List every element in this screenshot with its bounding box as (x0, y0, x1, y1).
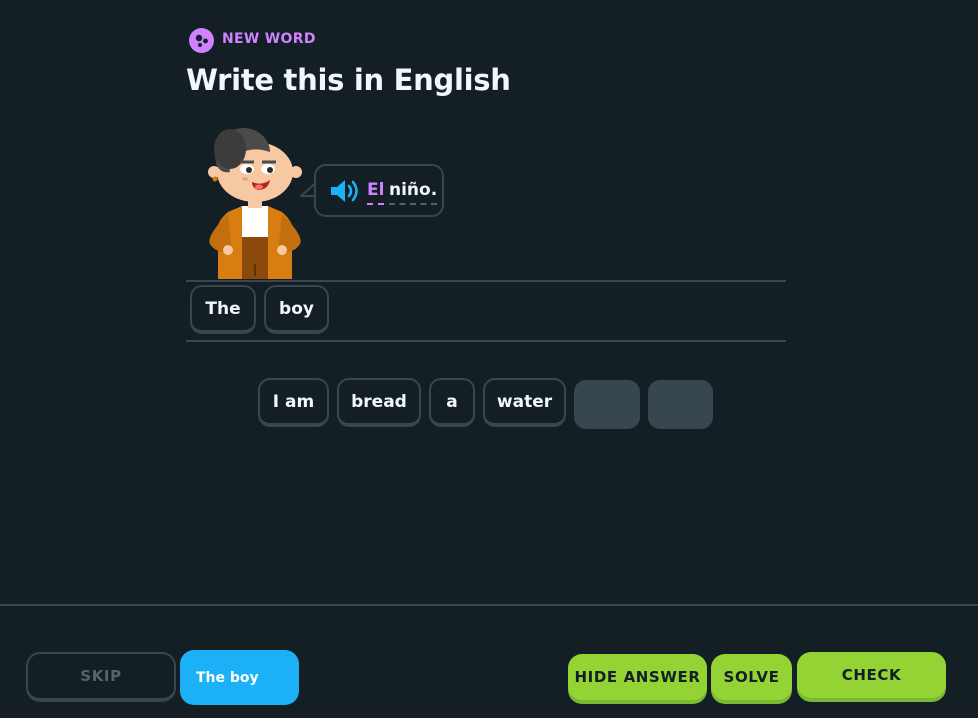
word-bank-tile[interactable]: a (429, 378, 475, 427)
speech-bubble-tail (300, 183, 314, 197)
sparkle-icon (189, 28, 214, 53)
skip-button[interactable]: SKIP (26, 652, 176, 702)
answer-preview-button[interactable]: The boy (180, 650, 299, 705)
character-illustration (200, 124, 310, 282)
prompt-word-el[interactable]: El (367, 180, 385, 205)
answer-tile[interactable]: The (190, 285, 256, 334)
new-word-badge: NEW WORD (222, 31, 316, 47)
answer-line-top (186, 280, 786, 282)
speaker-icon[interactable] (329, 177, 361, 205)
answer-tile[interactable]: boy (264, 285, 329, 334)
answer-line-bottom (186, 340, 786, 342)
word-bank-empty-slot (648, 380, 713, 429)
page-title: Write this in English (186, 63, 511, 97)
prompt-word-nino[interactable]: niño. (389, 180, 438, 205)
hide-answer-button[interactable]: HIDE ANSWER (568, 654, 707, 700)
word-bank-tile[interactable]: I am (258, 378, 329, 427)
solve-button[interactable]: SOLVE (711, 654, 792, 700)
footer-divider (0, 604, 978, 606)
word-bank-empty-slot (574, 380, 640, 429)
word-bank-tile[interactable]: water (483, 378, 566, 427)
check-button[interactable]: CHECK (797, 652, 946, 698)
word-bank-tile[interactable]: bread (337, 378, 421, 427)
